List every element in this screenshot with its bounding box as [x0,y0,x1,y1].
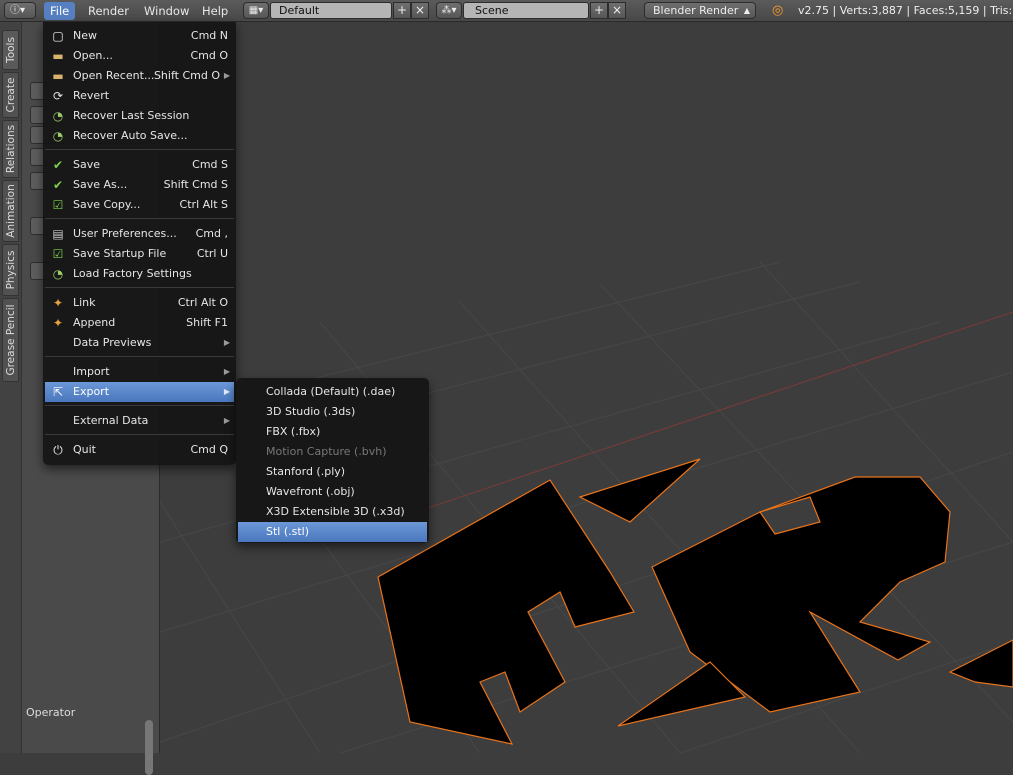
menu-item-import[interactable]: Import ▶ [45,362,234,382]
menu-window[interactable]: Window [138,2,195,20]
export-icon: ⇱ [52,385,64,399]
menu-item-external-data[interactable]: External Data ▶ [45,411,234,431]
recover-icon: ◔ [52,109,64,123]
info-editor-button[interactable]: ⓘ▾ [4,2,36,19]
export-3d-studio[interactable]: 3D Studio (.3ds) [238,402,427,422]
menu-item-new[interactable]: ▢ New Cmd N [45,26,234,46]
screen-layout-field[interactable]: Default [270,2,392,19]
selected-text-object[interactable] [377,458,1013,745]
tool-shelf-tabs: Tools Create Relations Animation Physics… [0,22,22,753]
export-motion-capture: Motion Capture (.bvh) [266,445,387,458]
menu-item-open[interactable]: ▬ Open... Cmd O [45,46,234,66]
menu-item-revert[interactable]: ⟳ Revert [45,86,234,106]
save-startup-icon: ☑ [52,247,64,261]
tab-grease-pencil[interactable]: Grease Pencil [2,298,19,382]
factory-settings-icon: ◔ [52,267,64,281]
scene-icon[interactable]: ⁂▾ [436,2,462,19]
top-header: ⓘ▾ File Render Window Help ▦▾ Default + … [0,0,1013,22]
export-wavefront[interactable]: Wavefront (.obj) [238,482,427,502]
tab-create[interactable]: Create [2,72,19,118]
save-as-icon: ✔ [52,178,64,192]
tab-tools[interactable]: Tools [2,30,19,70]
export-collada[interactable]: Collada (Default) (.dae) [238,382,427,402]
submenu-arrow-icon: ▶ [223,367,230,376]
new-file-icon: ▢ [52,29,64,43]
append-icon: ✦ [52,316,64,330]
menu-item-append[interactable]: ✦ Append Shift F1 [45,313,234,333]
menu-item-recover-auto-save[interactable]: ◔ Recover Auto Save... [45,126,234,146]
menu-render[interactable]: Render [82,2,135,20]
menu-item-export[interactable]: ⇱ Export ▶ [45,382,234,402]
export-x3d[interactable]: X3D Extensible 3D (.x3d) [238,502,427,522]
save-copy-icon: ☑ [52,198,64,212]
link-icon: ✦ [52,296,64,310]
menu-item-data-previews[interactable]: Data Previews ▶ [45,333,234,353]
menu-item-open-recent[interactable]: ▬ Open Recent... Shift Cmd O ▶ [45,66,234,86]
menu-item-recover-last-session[interactable]: ◔ Recover Last Session [45,106,234,126]
render-engine-dropdown[interactable]: Blender Render ▲ [644,2,756,19]
menu-separator [45,287,234,288]
menu-separator [45,434,234,435]
info-icon: ⓘ▾ [10,5,26,16]
export-fbx[interactable]: FBX (.fbx) [238,422,427,442]
triangle-mesh-top [578,458,701,523]
menu-help[interactable]: Help [196,2,234,20]
export-stl[interactable]: Stl (.stl) [238,522,427,542]
delete-layout-button[interactable]: × [411,2,429,19]
preferences-icon: ▤ [52,227,64,241]
operator-panel-header[interactable]: Operator [26,706,75,719]
updown-arrows-icon: ▲ [743,6,750,15]
recover-auto-icon: ◔ [52,129,64,143]
menu-item-save-startup-file[interactable]: ☑ Save Startup File Ctrl U [45,244,234,264]
power-icon: ⏻ [53,443,63,457]
menu-item-save-as[interactable]: ✔ Save As... Shift Cmd S [45,175,234,195]
add-scene-button[interactable]: + [590,2,608,19]
menu-separator [45,218,234,219]
export-submenu: Collada (Default) (.dae) 3D Studio (.3ds… [236,378,429,543]
save-check-icon: ✔ [52,158,64,172]
folder-recent-icon: ▬ [52,69,64,83]
tab-animation[interactable]: Animation [2,180,19,242]
shelf-scrollbar[interactable] [145,720,153,775]
submenu-arrow-icon: ▶ [223,71,230,80]
menu-item-user-preferences[interactable]: ▤ User Preferences... Cmd , [45,224,234,244]
menu-separator [45,356,234,357]
revert-icon: ⟳ [52,89,64,103]
menu-item-load-factory-settings[interactable]: ◔ Load Factory Settings [45,264,234,284]
add-layout-button[interactable]: + [393,2,411,19]
tab-relations[interactable]: Relations [2,120,19,178]
screen-layout-icon[interactable]: ▦▾ [243,2,269,19]
menu-item-link[interactable]: ✦ Link Ctrl Alt O [45,293,234,313]
scene-stats: v2.75 | Verts:3,887 | Faces:5,159 | Tris… [798,4,1013,17]
menu-separator [45,149,234,150]
submenu-arrow-icon: ▶ [223,338,230,347]
blender-logo-icon: ◎ [772,3,784,18]
partial-letter-mesh [948,639,1013,688]
delete-scene-button[interactable]: × [608,2,626,19]
folder-open-icon: ▬ [52,49,64,63]
tab-physics[interactable]: Physics [2,244,19,296]
menu-item-save-copy[interactable]: ☑ Save Copy... Ctrl Alt S [45,195,234,215]
menu-file[interactable]: File [44,2,76,20]
export-stanford[interactable]: Stanford (.ply) [238,462,427,482]
submenu-arrow-icon: ▶ [223,387,230,396]
menu-separator [45,405,234,406]
scene-field[interactable]: Scene [463,2,589,19]
file-menu: ▢ New Cmd N ▬ Open... Cmd O ▬ Open Recent... S… [43,22,236,465]
menu-item-save[interactable]: ✔ Save Cmd S [45,155,234,175]
menu-item-quit[interactable]: ⏻ Quit Cmd Q [45,440,234,460]
submenu-arrow-icon: ▶ [223,416,230,425]
